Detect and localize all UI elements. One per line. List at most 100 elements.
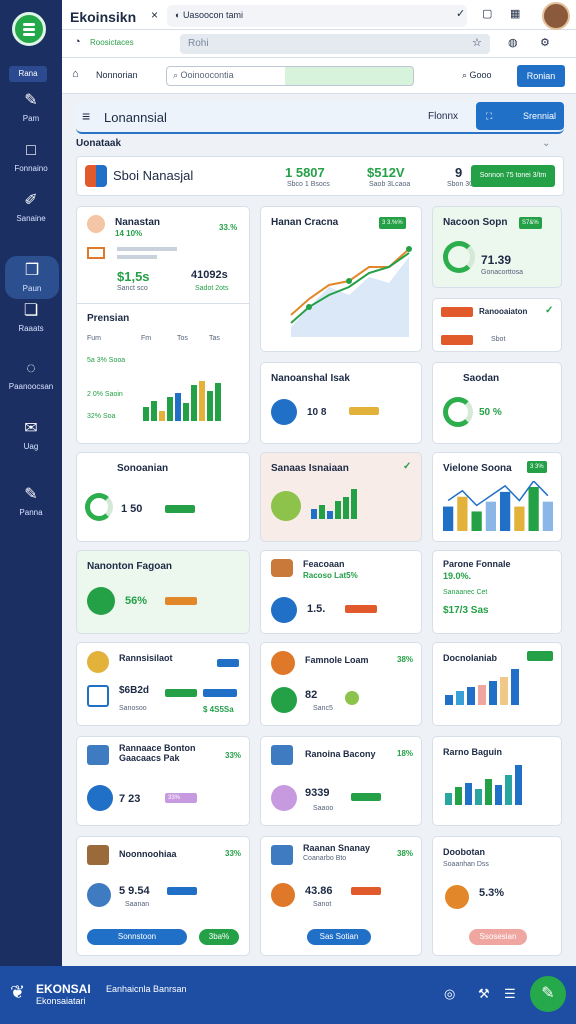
bar	[515, 765, 522, 805]
primary-button[interactable]: Ronian	[517, 65, 565, 87]
bar	[335, 501, 341, 519]
search-input[interactable]: ⌕ Ooinoocontia	[166, 66, 414, 86]
divider	[77, 303, 249, 304]
gauge-icon	[87, 785, 113, 811]
card-metric-d: Ranoina Bacony 18% 9339 Saaoo	[260, 736, 422, 826]
collapse-icon[interactable]: ⌄	[542, 138, 550, 149]
sidebar-item-8[interactable]: ✎ Panna	[0, 486, 62, 517]
window-icon[interactable]: ▢	[482, 7, 492, 20]
sidebar-item-7[interactable]: ✉ Uag	[0, 420, 62, 451]
bar	[215, 383, 221, 421]
check-icon[interactable]: ✓	[456, 7, 465, 20]
right-label[interactable]: ⌕ Gooo	[462, 70, 492, 81]
card-title: Rarno Baguin	[443, 747, 503, 757]
footer-label[interactable]: Eanhaicnla Banrsan	[106, 984, 187, 994]
check-icon	[271, 491, 301, 521]
card-overview: Nanastan 33.% 14 10% $1,5s 41092s Sanct …	[76, 206, 250, 444]
card-value: 1.5.	[307, 603, 326, 615]
card-value-2: 41092s	[191, 269, 228, 281]
user-name[interactable]: Flonnx	[428, 111, 458, 122]
header-button[interactable]: ⛶ Srennial	[476, 102, 564, 130]
card-value: 5.3%	[479, 887, 505, 899]
card-subtitle: 14 10%	[115, 229, 143, 238]
card-metric-f: Raanan Snanay Coanarbo Bto 38% 43.86 San…	[260, 836, 422, 956]
card-percent: 38%	[397, 849, 414, 858]
app-logo[interactable]	[12, 12, 46, 46]
card-bar-chart: Vielone Soona 3 3%	[432, 452, 562, 542]
card-title: Noonnoohiaa	[119, 849, 177, 859]
card-title: Rannaace Bonton	[119, 743, 196, 753]
active-tab[interactable]: Ekoinsikn ×	[62, 0, 164, 30]
second-tab[interactable]: ◐ Uasoocon tami	[167, 5, 467, 27]
card-metric-e: Noonnoohiaa 33% 5 9.54 Saanan Sonnstoon …	[76, 836, 250, 956]
browser-tab-bar: Ekoinsikn × ◐ Uasoocon tami ✓ ▢ ▦	[62, 0, 576, 30]
bar	[207, 391, 213, 421]
sidebar-item-2[interactable]: □ Fonnaino	[0, 142, 62, 173]
badge	[527, 651, 553, 661]
sidebar-item-5[interactable]: ❏ Raaats	[0, 302, 62, 333]
card-badge: S7&%	[519, 217, 542, 229]
check-icon: ✓	[545, 305, 554, 316]
bar	[319, 505, 325, 519]
card-value: 9339	[305, 787, 330, 799]
sidebar-item-3[interactable]: ✐ Sanaine	[0, 192, 62, 223]
bar	[327, 511, 333, 519]
action-button[interactable]: 3ba%	[199, 929, 239, 945]
card-line: $17/3 Sas	[443, 605, 489, 616]
floating-action-button[interactable]: ✎	[530, 976, 566, 1012]
badge	[351, 793, 381, 801]
card-subtitle: Coanarbo Bto	[303, 855, 347, 862]
chart-bar	[443, 506, 454, 531]
badge	[165, 505, 195, 513]
chat-icon	[271, 687, 297, 713]
badge	[217, 659, 239, 667]
card-caption: Sanot	[313, 901, 332, 908]
shield-icon[interactable]: ◔	[74, 36, 81, 48]
chart-bar	[500, 491, 511, 531]
grid-icon[interactable]: ▦	[510, 7, 520, 20]
star-icon[interactable]: ☆	[472, 36, 482, 49]
search-icon: ⌕	[173, 70, 181, 80]
sidebar-item-1[interactable]: ✎ Pam	[0, 92, 62, 123]
card-column-chart: Docnolaniab	[432, 642, 562, 726]
mini-bar-chart	[143, 381, 221, 421]
summary-caption-2: Saob 3Lcaoa	[369, 181, 411, 188]
tab-icon: ◐	[175, 10, 183, 20]
section-title: Prensian	[87, 313, 130, 324]
list-icon[interactable]: ☰	[504, 986, 516, 1002]
card-subtitle: 19.0%.	[443, 571, 472, 581]
chart-icon	[271, 651, 295, 675]
profile-icon[interactable]: ◍	[508, 36, 518, 49]
person-icon	[271, 845, 293, 865]
action-button[interactable]: Ssosesian	[469, 929, 527, 945]
gauge-icon	[85, 493, 113, 521]
menu-icon[interactable]: ≡	[82, 108, 90, 124]
avatar[interactable]	[542, 2, 570, 30]
action-button[interactable]: Sonnstoon	[87, 929, 187, 945]
chart-bar	[542, 501, 553, 531]
tool-icon[interactable]: ⚒	[478, 986, 490, 1002]
globe-icon[interactable]: ◎	[444, 986, 455, 1002]
card-caption: Sanosoo	[119, 705, 147, 712]
sidebar-item-4[interactable]: ❒ Paun	[5, 256, 59, 299]
summary-icon	[85, 165, 107, 187]
badge	[203, 689, 237, 697]
home-icon[interactable]: ⌂	[72, 68, 79, 80]
card-title: Raanan Snanay	[303, 843, 371, 853]
bar	[495, 785, 502, 805]
card-badge: 3 3.%%	[379, 217, 406, 229]
home-label[interactable]: Nonnorian	[96, 70, 138, 80]
card-percent: 33.%	[219, 223, 238, 232]
bar	[455, 787, 462, 805]
file-icon: ❏	[23, 302, 39, 319]
check-icon	[87, 587, 115, 615]
close-tab-icon[interactable]: ×	[151, 8, 158, 22]
summary-button[interactable]: Sonnon 75 tonei 3/tm	[471, 165, 555, 187]
settings-icon[interactable]: ⚙	[540, 36, 550, 49]
card-success: Nanonton Fagoan 56%	[76, 550, 250, 634]
address-input[interactable]: Rohi	[180, 34, 490, 54]
card-caption-2: Sadot 2ots	[195, 285, 229, 292]
sidebar-item-6[interactable]: ◌ Paanoocsan	[0, 360, 62, 391]
action-button[interactable]: Sas Sotian	[307, 929, 371, 945]
people-icon	[445, 885, 469, 909]
